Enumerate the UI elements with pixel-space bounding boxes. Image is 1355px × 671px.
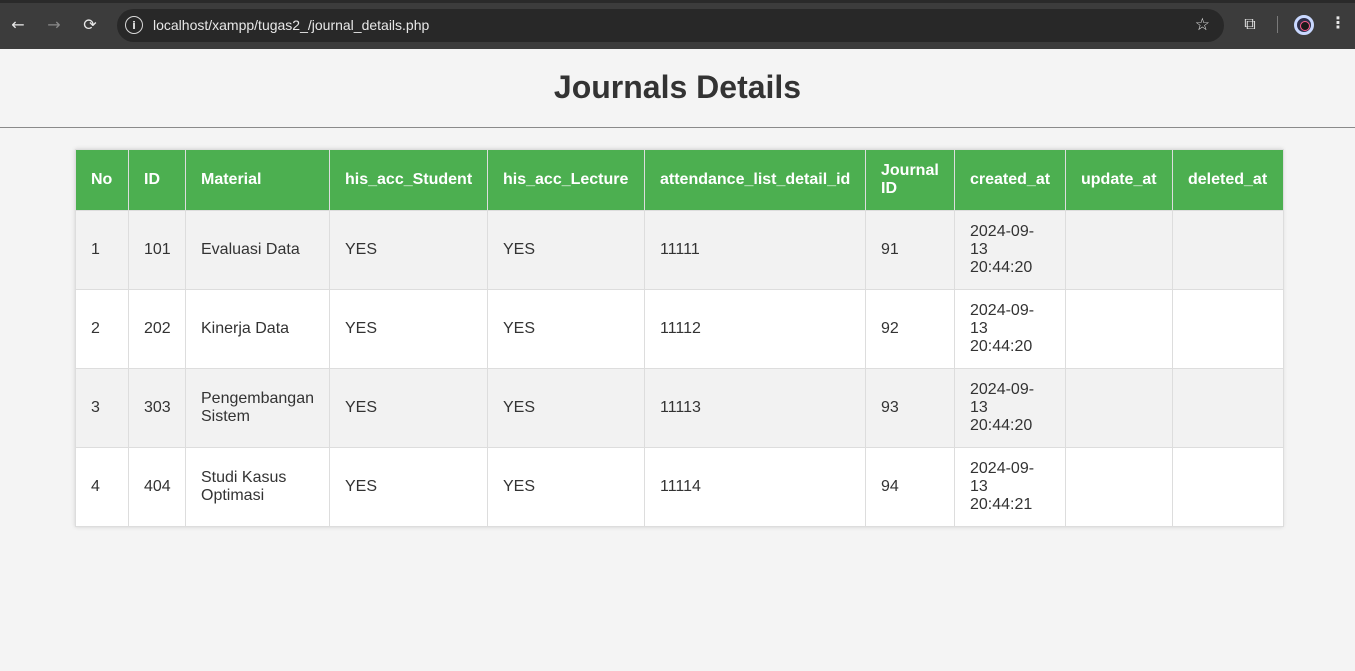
column-header-no: No [75, 149, 129, 211]
journals-table: No ID Material his_acc_Student his_acc_L… [75, 149, 1284, 527]
cell-deleted-at [1172, 289, 1284, 369]
cell-id: 404 [128, 447, 186, 527]
cell-material: Kinerja Data [185, 289, 330, 369]
column-header-update-at: update_at [1065, 149, 1173, 211]
browser-toolbar: ← → ⟳ i localhost/xampp/tugas2_/journal_… [0, 0, 1355, 49]
cell-attendance-list-detail-id: 11111 [644, 210, 866, 290]
url-text[interactable]: localhost/xampp/tugas2_/journal_details.… [153, 17, 429, 33]
page-header: Journals Details [0, 49, 1355, 128]
column-header-created-at: created_at [954, 149, 1066, 211]
cell-his-acc-student: YES [329, 368, 488, 448]
back-icon[interactable]: ← [6, 12, 30, 36]
cell-his-acc-lecture: YES [487, 210, 645, 290]
cell-journal-id: 91 [865, 210, 955, 290]
cell-id: 202 [128, 289, 186, 369]
cell-journal-id: 93 [865, 368, 955, 448]
extensions-icon[interactable]: ⧉ [1239, 13, 1261, 35]
browser-menu-icon[interactable]: ⋮ [1330, 13, 1346, 32]
cell-his-acc-lecture: YES [487, 289, 645, 369]
cell-attendance-list-detail-id: 11113 [644, 368, 866, 448]
cell-deleted-at [1172, 210, 1284, 290]
profile-avatar-icon[interactable] [1294, 15, 1314, 35]
cell-id: 101 [128, 210, 186, 290]
forward-icon[interactable]: → [42, 12, 66, 36]
journals-table-container: No ID Material his_acc_Student his_acc_L… [75, 149, 1284, 527]
cell-no: 4 [75, 447, 129, 527]
column-header-journal-id: Journal ID [865, 149, 955, 211]
cell-no: 1 [75, 210, 129, 290]
table-row: 1 101 Evaluasi Data YES YES 11111 91 202… [75, 210, 1284, 290]
cell-update-at [1065, 447, 1173, 527]
column-header-attendance-list-detail-id: attendance_list_detail_id [644, 149, 866, 211]
cell-his-acc-lecture: YES [487, 368, 645, 448]
cell-his-acc-student: YES [329, 289, 488, 369]
column-header-his-acc-lecture: his_acc_Lecture [487, 149, 645, 211]
cell-created-at: 2024-09-13 20:44:20 [954, 210, 1066, 290]
page-title: Journals Details [553, 69, 802, 105]
cell-material: Evaluasi Data [185, 210, 330, 290]
cell-created-at: 2024-09-13 20:44:20 [954, 368, 1066, 448]
cell-journal-id: 94 [865, 447, 955, 527]
cell-his-acc-student: YES [329, 447, 488, 527]
cell-no: 3 [75, 368, 129, 448]
tab-strip [0, 0, 1355, 3]
cell-journal-id: 92 [865, 289, 955, 369]
cell-created-at: 2024-09-13 20:44:20 [954, 289, 1066, 369]
column-header-his-acc-student: his_acc_Student [329, 149, 488, 211]
table-row: 2 202 Kinerja Data YES YES 11112 92 2024… [75, 289, 1284, 369]
cell-deleted-at [1172, 447, 1284, 527]
reload-icon[interactable]: ⟳ [78, 12, 102, 36]
cell-update-at [1065, 368, 1173, 448]
cell-created-at: 2024-09-13 20:44:21 [954, 447, 1066, 527]
cell-attendance-list-detail-id: 11112 [644, 289, 866, 369]
cell-material: Studi Kasus Optimasi [185, 447, 330, 527]
toolbar-divider [1277, 16, 1278, 33]
cell-update-at [1065, 210, 1173, 290]
site-info-icon[interactable]: i [125, 16, 143, 34]
cell-id: 303 [128, 368, 186, 448]
address-bar[interactable]: i localhost/xampp/tugas2_/journal_detail… [117, 9, 1224, 42]
cell-attendance-list-detail-id: 11114 [644, 447, 866, 527]
cell-no: 2 [75, 289, 129, 369]
cell-his-acc-student: YES [329, 210, 488, 290]
table-row: 3 303 Pengembangan Sistem YES YES 11113 … [75, 368, 1284, 448]
column-header-id: ID [128, 149, 186, 211]
table-row: 4 404 Studi Kasus Optimasi YES YES 11114… [75, 447, 1284, 527]
cell-update-at [1065, 289, 1173, 369]
cell-deleted-at [1172, 368, 1284, 448]
table-header-row: No ID Material his_acc_Student his_acc_L… [75, 149, 1284, 211]
cell-his-acc-lecture: YES [487, 447, 645, 527]
cell-material: Pengembangan Sistem [185, 368, 330, 448]
column-header-deleted-at: deleted_at [1172, 149, 1284, 211]
column-header-material: Material [185, 149, 330, 211]
bookmark-star-icon[interactable]: ☆ [1195, 15, 1210, 35]
